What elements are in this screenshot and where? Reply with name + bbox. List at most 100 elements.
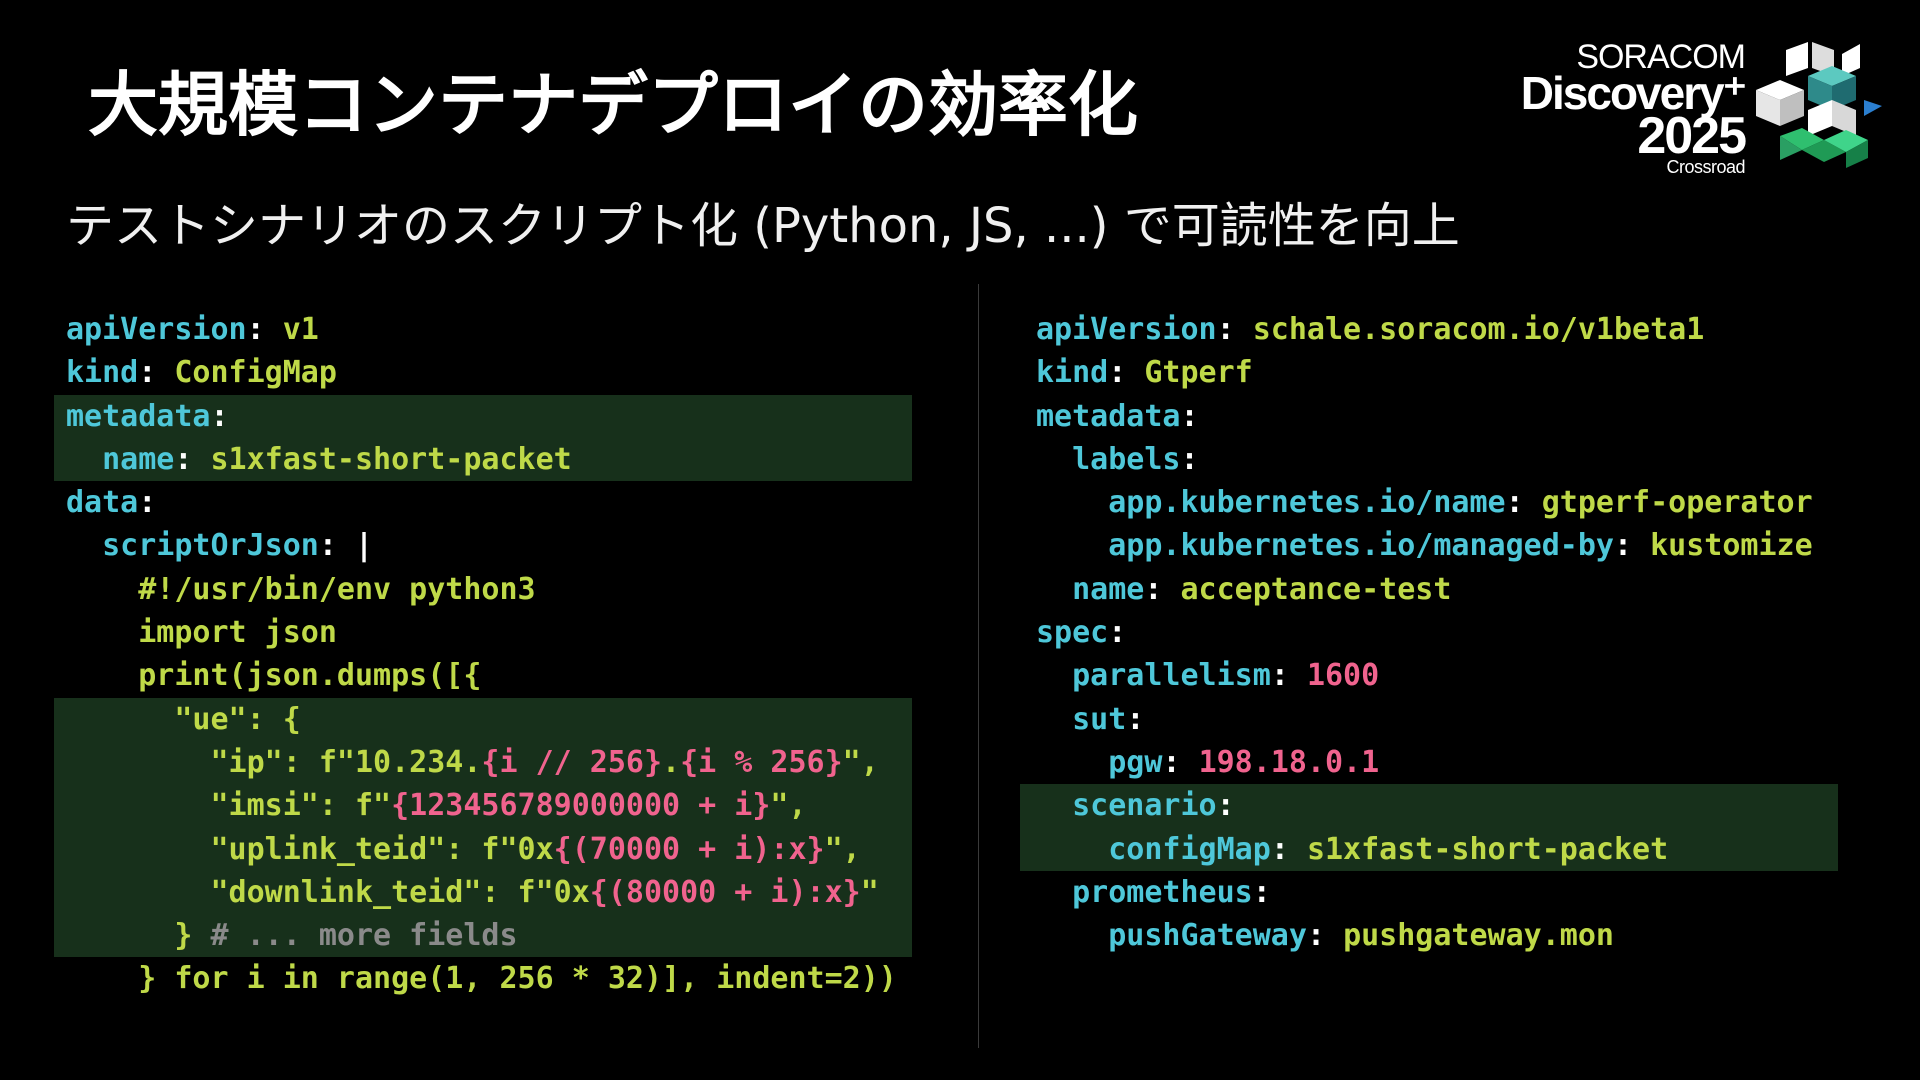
yaml-value: s1xfast-short-packet	[1306, 831, 1669, 867]
yaml-key: apiVersion	[66, 312, 247, 347]
yaml-colon: :	[1126, 701, 1145, 737]
code-line: name: s1xfast-short-packet	[66, 438, 912, 481]
yaml-colon: :	[1216, 788, 1235, 824]
code-line: apiVersion: schale.soracom.io/v1beta1	[1036, 308, 1856, 351]
ue-dict-highlight: "ue": { "ip": f"10.234.{i // 256}.{i % 2…	[54, 697, 912, 958]
python-line: #!/usr/bin/env python3	[66, 571, 536, 607]
yaml-colon: :	[1162, 744, 1199, 780]
code-line: app.kubernetes.io/managed-by: kustomize	[1036, 524, 1856, 567]
yaml-key: labels	[1072, 441, 1181, 477]
yaml-value: v1	[282, 312, 319, 347]
yaml-colon: :	[1180, 398, 1199, 434]
code-line: data:	[66, 481, 924, 524]
yaml-key: scriptOrJson	[102, 528, 319, 564]
python-line: } # ... more fields	[66, 914, 912, 957]
code-line: spec:	[1036, 611, 1856, 654]
python-string: ",	[770, 788, 807, 824]
yaml-key: scenario	[1072, 788, 1217, 824]
code-line: prometheus:	[1036, 871, 1856, 914]
code-line: configMap: s1xfast-short-packet	[1036, 828, 1838, 871]
yaml-value: schale.soracom.io/v1beta1	[1252, 312, 1705, 347]
logo-theme: Crossroad	[1666, 157, 1745, 177]
yaml-number: 198.18.0.1	[1198, 744, 1380, 780]
yaml-colon: :	[318, 528, 355, 564]
yaml-colon: :	[246, 312, 283, 347]
python-string: "	[860, 874, 879, 910]
yaml-colon: :	[1144, 571, 1181, 607]
python-interpolation: {i // 256}	[481, 744, 663, 780]
yaml-colon: :	[1252, 874, 1271, 910]
slide-subtitle: テストシナリオのスクリプト化 (Python, JS, ...) で可読性を向上	[66, 198, 1460, 254]
gtperf-code-block: apiVersion: schale.soracom.io/v1beta1 ki…	[1020, 308, 1856, 957]
configmap-code-block: apiVersion: v1 kind: ConfigMap metadata:…	[54, 308, 924, 1001]
code-line: metadata:	[66, 395, 912, 438]
python-interpolation: {(80000 + i):x}	[589, 874, 861, 910]
python-line: print(json.dumps([{	[66, 658, 482, 694]
yaml-colon: :	[138, 485, 157, 521]
yaml-key: kind	[1036, 355, 1109, 391]
event-logo: SORACOM Discovery⁺ 2025 Crossroad	[1500, 36, 1900, 176]
yaml-colon: :	[174, 441, 211, 477]
yaml-colon: :	[1270, 831, 1307, 867]
yaml-value: kustomize	[1650, 528, 1813, 564]
yaml-key: apiVersion	[1036, 312, 1217, 347]
python-string: "ip": f"10.234.	[66, 744, 482, 780]
yaml-colon: :	[1216, 312, 1253, 347]
yaml-key: data	[66, 485, 139, 521]
code-line: app.kubernetes.io/name: gtperf-operator	[1036, 481, 1856, 524]
code-line: scriptOrJson: |	[66, 524, 924, 567]
python-interpolation: {i % 256}	[680, 744, 843, 780]
yaml-key: spec	[1036, 615, 1109, 651]
python-comment: # ... more fields	[210, 918, 518, 954]
yaml-value: Gtperf	[1144, 355, 1253, 391]
python-line: "ip": f"10.234.{i // 256}.{i % 256}",	[66, 741, 912, 784]
metadata-highlight: metadata: name: s1xfast-short-packet	[54, 394, 912, 482]
yaml-key: configMap	[1108, 831, 1271, 867]
python-interpolation: {123456789000000 + i}	[391, 788, 771, 824]
yaml-colon: :	[1270, 658, 1307, 694]
python-string: "uplink_teid": f"0x	[66, 831, 554, 867]
code-line: apiVersion: v1	[66, 308, 924, 351]
code-line: parallelism: 1600	[1036, 654, 1856, 697]
yaml-key: metadata	[1036, 398, 1181, 434]
scenario-highlight: scenario: configMap: s1xfast-short-packe…	[1020, 784, 1838, 871]
yaml-colon: :	[1108, 615, 1127, 651]
yaml-key: kind	[66, 355, 139, 391]
python-string: "downlink_teid": f"0x	[66, 874, 590, 910]
python-string: ",	[824, 831, 861, 867]
yaml-value: s1xfast-short-packet	[210, 441, 572, 477]
yaml-colon: :	[210, 398, 229, 434]
python-line: "downlink_teid": f"0x{(80000 + i):x}"	[66, 871, 912, 914]
code-line: kind: ConfigMap	[66, 351, 924, 394]
slide-title: 大規模コンテナデプロイの効率化	[88, 64, 1138, 146]
python-line: "ue": {	[66, 701, 301, 737]
python-line: "uplink_teid": f"0x{(70000 + i):x}",	[66, 828, 912, 871]
yaml-value: ConfigMap	[174, 355, 337, 391]
yaml-colon: :	[1108, 355, 1145, 391]
python-line: } for i in range(1, 256 * 32)], indent=2…	[66, 961, 897, 997]
yaml-key: parallelism	[1072, 658, 1271, 694]
code-line: sut:	[1036, 698, 1856, 741]
soracom-crossroad-logo-icon	[1756, 42, 1882, 168]
yaml-colon: :	[1613, 528, 1651, 564]
column-divider	[978, 284, 979, 1048]
event-logo-text: SORACOM Discovery⁺ 2025 Crossroad	[1521, 36, 1747, 177]
yaml-number: 1600	[1306, 658, 1380, 694]
yaml-colon: :	[1306, 918, 1344, 954]
python-brace: }	[66, 918, 211, 954]
code-line: pushGateway: pushgateway.mon	[1036, 914, 1856, 957]
yaml-value: gtperf-operator	[1541, 485, 1813, 521]
yaml-colon: :	[138, 355, 175, 391]
